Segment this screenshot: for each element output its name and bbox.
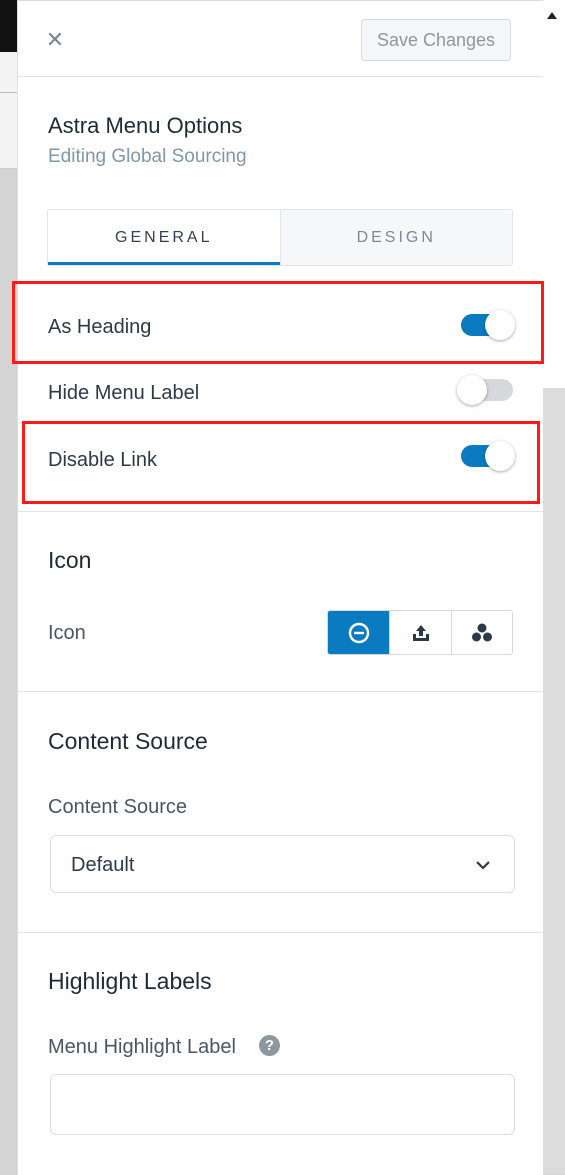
- settings-tabs: GENERAL DESIGN: [47, 209, 513, 266]
- close-icon[interactable]: ✕: [42, 27, 68, 53]
- panel-header: ✕ Save Changes: [18, 1, 543, 77]
- section-divider: [18, 932, 543, 933]
- content-source-section-title: Content Source: [48, 728, 208, 754]
- circle-minus-icon: [348, 622, 369, 643]
- upload-icon: [412, 624, 429, 641]
- background-dark-strip: [0, 0, 18, 52]
- no-icon-option-button[interactable]: [328, 611, 390, 654]
- dashicons-icon: [471, 623, 492, 641]
- content-source-select[interactable]: Default: [50, 835, 515, 893]
- panel-title: Astra Menu Options: [48, 113, 243, 138]
- upload-icon-option-button[interactable]: [389, 611, 451, 654]
- menu-highlight-label-field-label: Menu Highlight Label: [48, 1036, 236, 1058]
- section-divider: [18, 691, 543, 692]
- tab-design[interactable]: DESIGN: [279, 210, 512, 265]
- background-divider: [0, 92, 18, 93]
- panel-subtitle: Editing Global Sourcing: [48, 146, 247, 167]
- content-source-selected-value: Default: [71, 854, 135, 876]
- menu-options-panel: ✕ Save Changes Astra Menu Options Editin…: [17, 0, 543, 1175]
- section-divider: [18, 511, 543, 512]
- hide-menu-label-toggle[interactable]: [457, 375, 513, 405]
- icon-section-title: Icon: [48, 547, 92, 573]
- help-icon[interactable]: ?: [259, 1035, 280, 1056]
- scrollbar-thumb[interactable]: [543, 0, 565, 388]
- content-source-field-label: Content Source: [48, 796, 187, 818]
- highlight-labels-section-title: Highlight Labels: [48, 968, 212, 994]
- hide-menu-label-label: Hide Menu Label: [48, 382, 200, 404]
- save-changes-button[interactable]: Save Changes: [361, 19, 511, 61]
- scroll-up-arrow-icon[interactable]: [547, 12, 557, 19]
- highlight-box-disable-link: [22, 421, 540, 504]
- toggle-knob: [457, 375, 487, 405]
- icon-field-label: Icon: [48, 622, 86, 644]
- dashicons-option-button[interactable]: [450, 611, 512, 654]
- icon-button-group: [327, 610, 513, 655]
- highlight-box-as-heading: [12, 281, 544, 364]
- chevron-down-icon: [476, 861, 490, 870]
- menu-highlight-label-input[interactable]: [50, 1074, 515, 1135]
- tab-general[interactable]: GENERAL: [48, 210, 280, 265]
- background-light-strip: [0, 52, 18, 169]
